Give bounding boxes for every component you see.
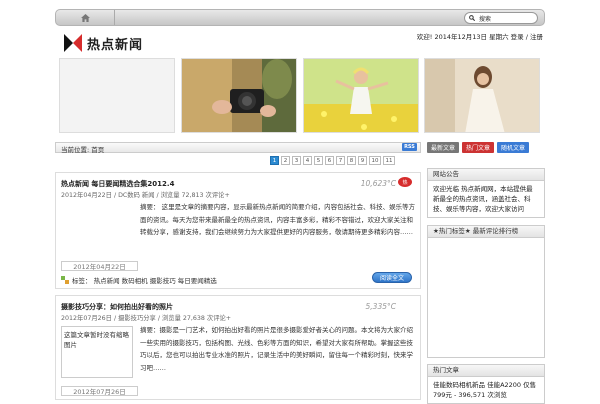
tags-box: ★热门标签★ 最新评论排行榜 [427, 225, 545, 358]
post-excerpt: 摘要：摄影是一门艺术，如何拍出好看的照片是很多摄影爱好者关心的问题。本文将为大家… [140, 326, 413, 372]
post-tags-text[interactable]: 标签： 热点新闻 数码相机 摄影技巧 每日要闻精选 [72, 275, 217, 285]
hot-articles-title: 热门文章 [428, 365, 544, 377]
post-meta: 2012年04月22日 / DC数码 新闻 / 浏览量 72,813 次评论+ [61, 192, 230, 199]
post-date-box: 2012年07月26日 [61, 386, 138, 396]
notice-box: 网站公告 欢迎光临 热点新闻网，本站提供最新最全的热点资讯，涵盖社会、科技、娱乐… [427, 168, 545, 218]
tab-hot[interactable]: 热门文章 [462, 142, 495, 153]
post-title[interactable]: 热点新闻 每日要闻精选合集2012.4 [61, 179, 174, 189]
search-input[interactable]: 搜索 [464, 12, 538, 24]
tags-box-title: ★热门标签★ 最新评论排行榜 [428, 226, 544, 238]
banner-woman-field[interactable] [424, 58, 540, 133]
home-icon [80, 13, 90, 22]
hot-articles-box: 热门文章 佳能数码相机新品 佳能A2200 仅售799元 - 396,571 次… [427, 364, 545, 404]
post-card: 摄影技巧分享：如何拍出好看的照片 2012年07月26日 / 摄影技巧分享 / … [55, 295, 421, 400]
post-title[interactable]: 摄影技巧分享：如何拍出好看的照片 [61, 302, 173, 312]
page-5[interactable]: 5 [314, 156, 323, 165]
logo-bowtie-icon [64, 34, 82, 52]
logo-text: 热点新闻 [87, 37, 144, 53]
post-heat: 5,335°C [365, 302, 396, 311]
breadcrumb-label: 当前位置: 首页 [61, 146, 105, 154]
post-thumbnail[interactable]: 这篇文章暂时没有缩略图片 [61, 326, 133, 378]
date-login-bar[interactable]: 欢迎! 2014年12月13日 星期六 登录 / 注册 [417, 31, 543, 41]
home-button[interactable] [56, 10, 115, 25]
tab-latest[interactable]: 最新文章 [427, 142, 460, 153]
post-excerpt: 摘要： 这里是文章的摘要内容，显示最新热点新闻的简要介绍，内容包括社会、科技、娱… [140, 203, 416, 236]
tag-icon [61, 276, 69, 284]
post-card: 热点新闻 每日要闻精选合集2012.4 2012年04月22日 / DC数码 新… [55, 172, 421, 289]
pagination: 1 2 3 4 5 6 7 8 9 10 11 [270, 156, 395, 165]
site-logo[interactable]: 热点新闻 [63, 33, 153, 53]
search-icon [469, 15, 475, 21]
breadcrumb: 当前位置: 首页 RSS [55, 142, 421, 154]
tab-random[interactable]: 随机文章 [497, 142, 530, 153]
notice-body: 欢迎光临 热点新闻网，本站提供最新最全的热点资讯，涵盖社会、科技、娱乐等内容，欢… [433, 185, 533, 213]
page-10[interactable]: 10 [369, 156, 381, 165]
page-8[interactable]: 8 [347, 156, 356, 165]
banner-camera[interactable] [181, 58, 297, 133]
page-1[interactable]: 1 [270, 156, 279, 165]
top-nav-bar: 搜索 [55, 9, 545, 26]
banner-girl-flowers[interactable] [303, 58, 419, 133]
page-2[interactable]: 2 [281, 156, 290, 165]
search-text: 搜索 [479, 15, 492, 23]
hot-badge: 热 [398, 177, 412, 187]
banner-blank[interactable] [59, 58, 175, 133]
page-6[interactable]: 6 [325, 156, 334, 165]
page-7[interactable]: 7 [336, 156, 345, 165]
post-meta: 2012年07月26日 / 摄影技巧分享 / 浏览量 27,638 次评论+ [61, 315, 232, 322]
page-11[interactable]: 11 [383, 156, 395, 165]
page-9[interactable]: 9 [358, 156, 367, 165]
page-4[interactable]: 4 [303, 156, 312, 165]
post-heat: 10,623°C [360, 179, 396, 188]
post-date-box: 2012年04月22日 [61, 261, 138, 271]
read-more-button[interactable]: 阅读全文 [372, 272, 412, 283]
notice-title: 网站公告 [428, 169, 544, 181]
sidebar-tabs: 最新文章 热门文章 随机文章 [427, 142, 530, 153]
rss-button[interactable]: RSS [402, 143, 417, 151]
hot-article-item[interactable]: 佳能数码相机新品 佳能A2200 仅售799元 - 396,571 次浏览 [428, 377, 544, 403]
post-tags: 标签： 热点新闻 数码相机 摄影技巧 每日要闻精选 [61, 275, 217, 285]
page-3[interactable]: 3 [292, 156, 301, 165]
